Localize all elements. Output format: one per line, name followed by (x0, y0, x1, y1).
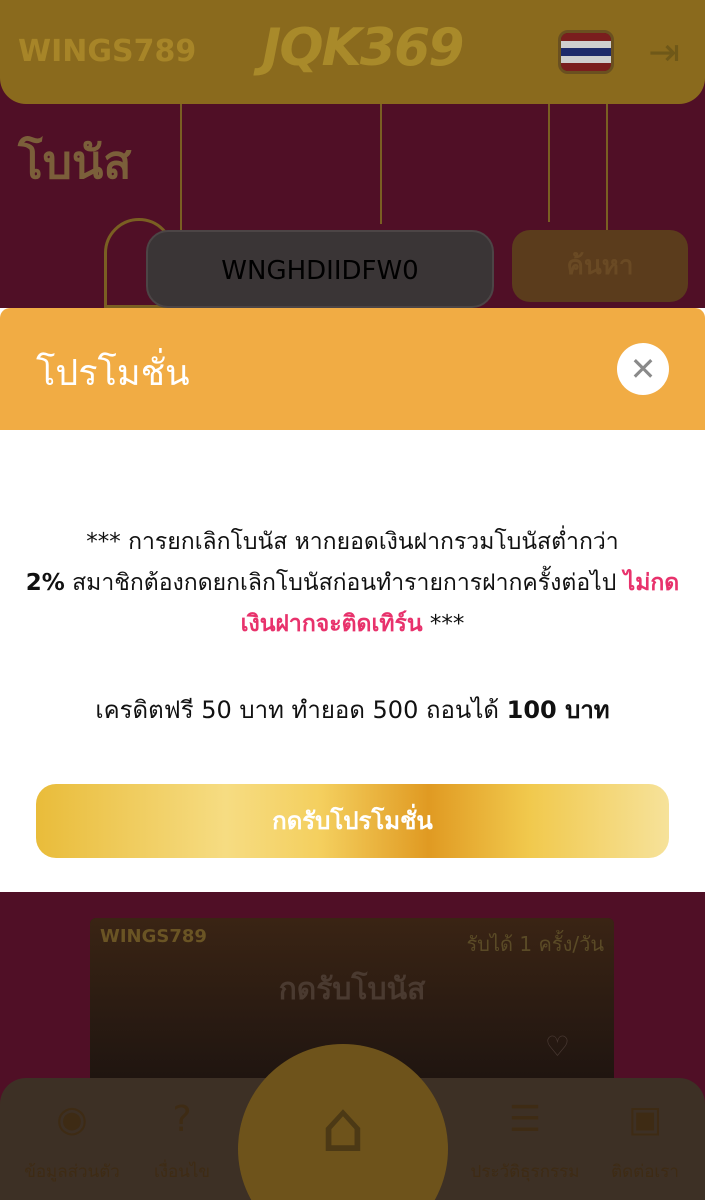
brand-name: WINGS789 (18, 34, 197, 69)
credit-info: เครดิตฟรี 50 บาท ทำยอด 500 ถอนได้ 100 บา… (0, 690, 705, 729)
nav-item-contact[interactable]: ▣ ติดต่อเรา (585, 1098, 705, 1185)
nav-item-terms[interactable]: ? เงื่อนไข (122, 1098, 242, 1185)
credit-text: เครดิตฟรี 50 บาท ทำยอด 500 ถอนได้ (95, 696, 499, 724)
close-icon[interactable]: ✕ (617, 343, 669, 395)
terms-percent: 2% (25, 570, 65, 596)
thailand-flag-icon[interactable] (558, 30, 614, 74)
nav-item-profile[interactable]: ◉ ข้อมูลส่วนตัว (12, 1098, 132, 1185)
nav-item-history[interactable]: ☰ ประวัติธุรกรรม (465, 1098, 585, 1185)
line-icon: ▣ (627, 1099, 662, 1140)
modal-header: โปรโมชั่น ✕ (0, 308, 705, 430)
modal-title: โปรโมชั่น (36, 353, 190, 394)
terms-text: *** การยกเลิกโบนัส หากยอดเงินฝากรวมโบนัส… (86, 529, 619, 555)
terms-end: *** (429, 611, 465, 637)
banner-tag: รับได้ 1 ครั้ง/วัน (466, 932, 604, 956)
home-icon: ⌂ (320, 1086, 366, 1168)
site-logo[interactable]: JQK369 (262, 18, 464, 78)
decor-line (606, 104, 608, 234)
list-icon: ☰ (508, 1099, 542, 1140)
nav-label: ติดต่อเรา (611, 1162, 679, 1182)
nav-label: ข้อมูลส่วนตัว (24, 1162, 120, 1182)
decor-line (380, 104, 382, 224)
bonus-code-input[interactable]: WNGHDIIDFW0 (146, 230, 494, 308)
nav-label: ประวัติธุรกรรม (470, 1162, 580, 1182)
banner-logo: WINGS789 (100, 926, 207, 947)
decor-line (180, 104, 182, 234)
logout-icon[interactable]: ⇥ (640, 30, 688, 74)
terms-text: สมาชิกต้องกดยกเลิกโบนัสก่อนทำรายการฝากคร… (72, 570, 617, 596)
accept-promotion-button[interactable]: กดรับโปรโมชั่น (36, 784, 669, 858)
question-icon: ? (172, 1099, 192, 1140)
user-icon: ◉ (56, 1099, 88, 1140)
search-button[interactable]: ค้นหา (512, 230, 688, 302)
page-title: โบนัส (18, 135, 132, 189)
decor-line (548, 104, 550, 222)
banner-title: กดรับโบนัส (278, 972, 426, 1007)
nav-label: เงื่อนไข (153, 1162, 211, 1182)
promotion-terms: *** การยกเลิกโบนัส หากยอดเงินฝากรวมโบนัส… (24, 522, 681, 645)
modal-body: *** การยกเลิกโบนัส หากยอดเงินฝากรวมโบนัส… (0, 430, 705, 892)
credit-amount: 100 บาท (506, 696, 610, 724)
top-bar: WINGS789 JQK369 ⇥ (0, 0, 705, 104)
promotion-modal: โปรโมชั่น ✕ *** การยกเลิกโบนัส หากยอดเงิ… (0, 308, 705, 892)
heart-icon: ♡ (544, 1030, 570, 1063)
